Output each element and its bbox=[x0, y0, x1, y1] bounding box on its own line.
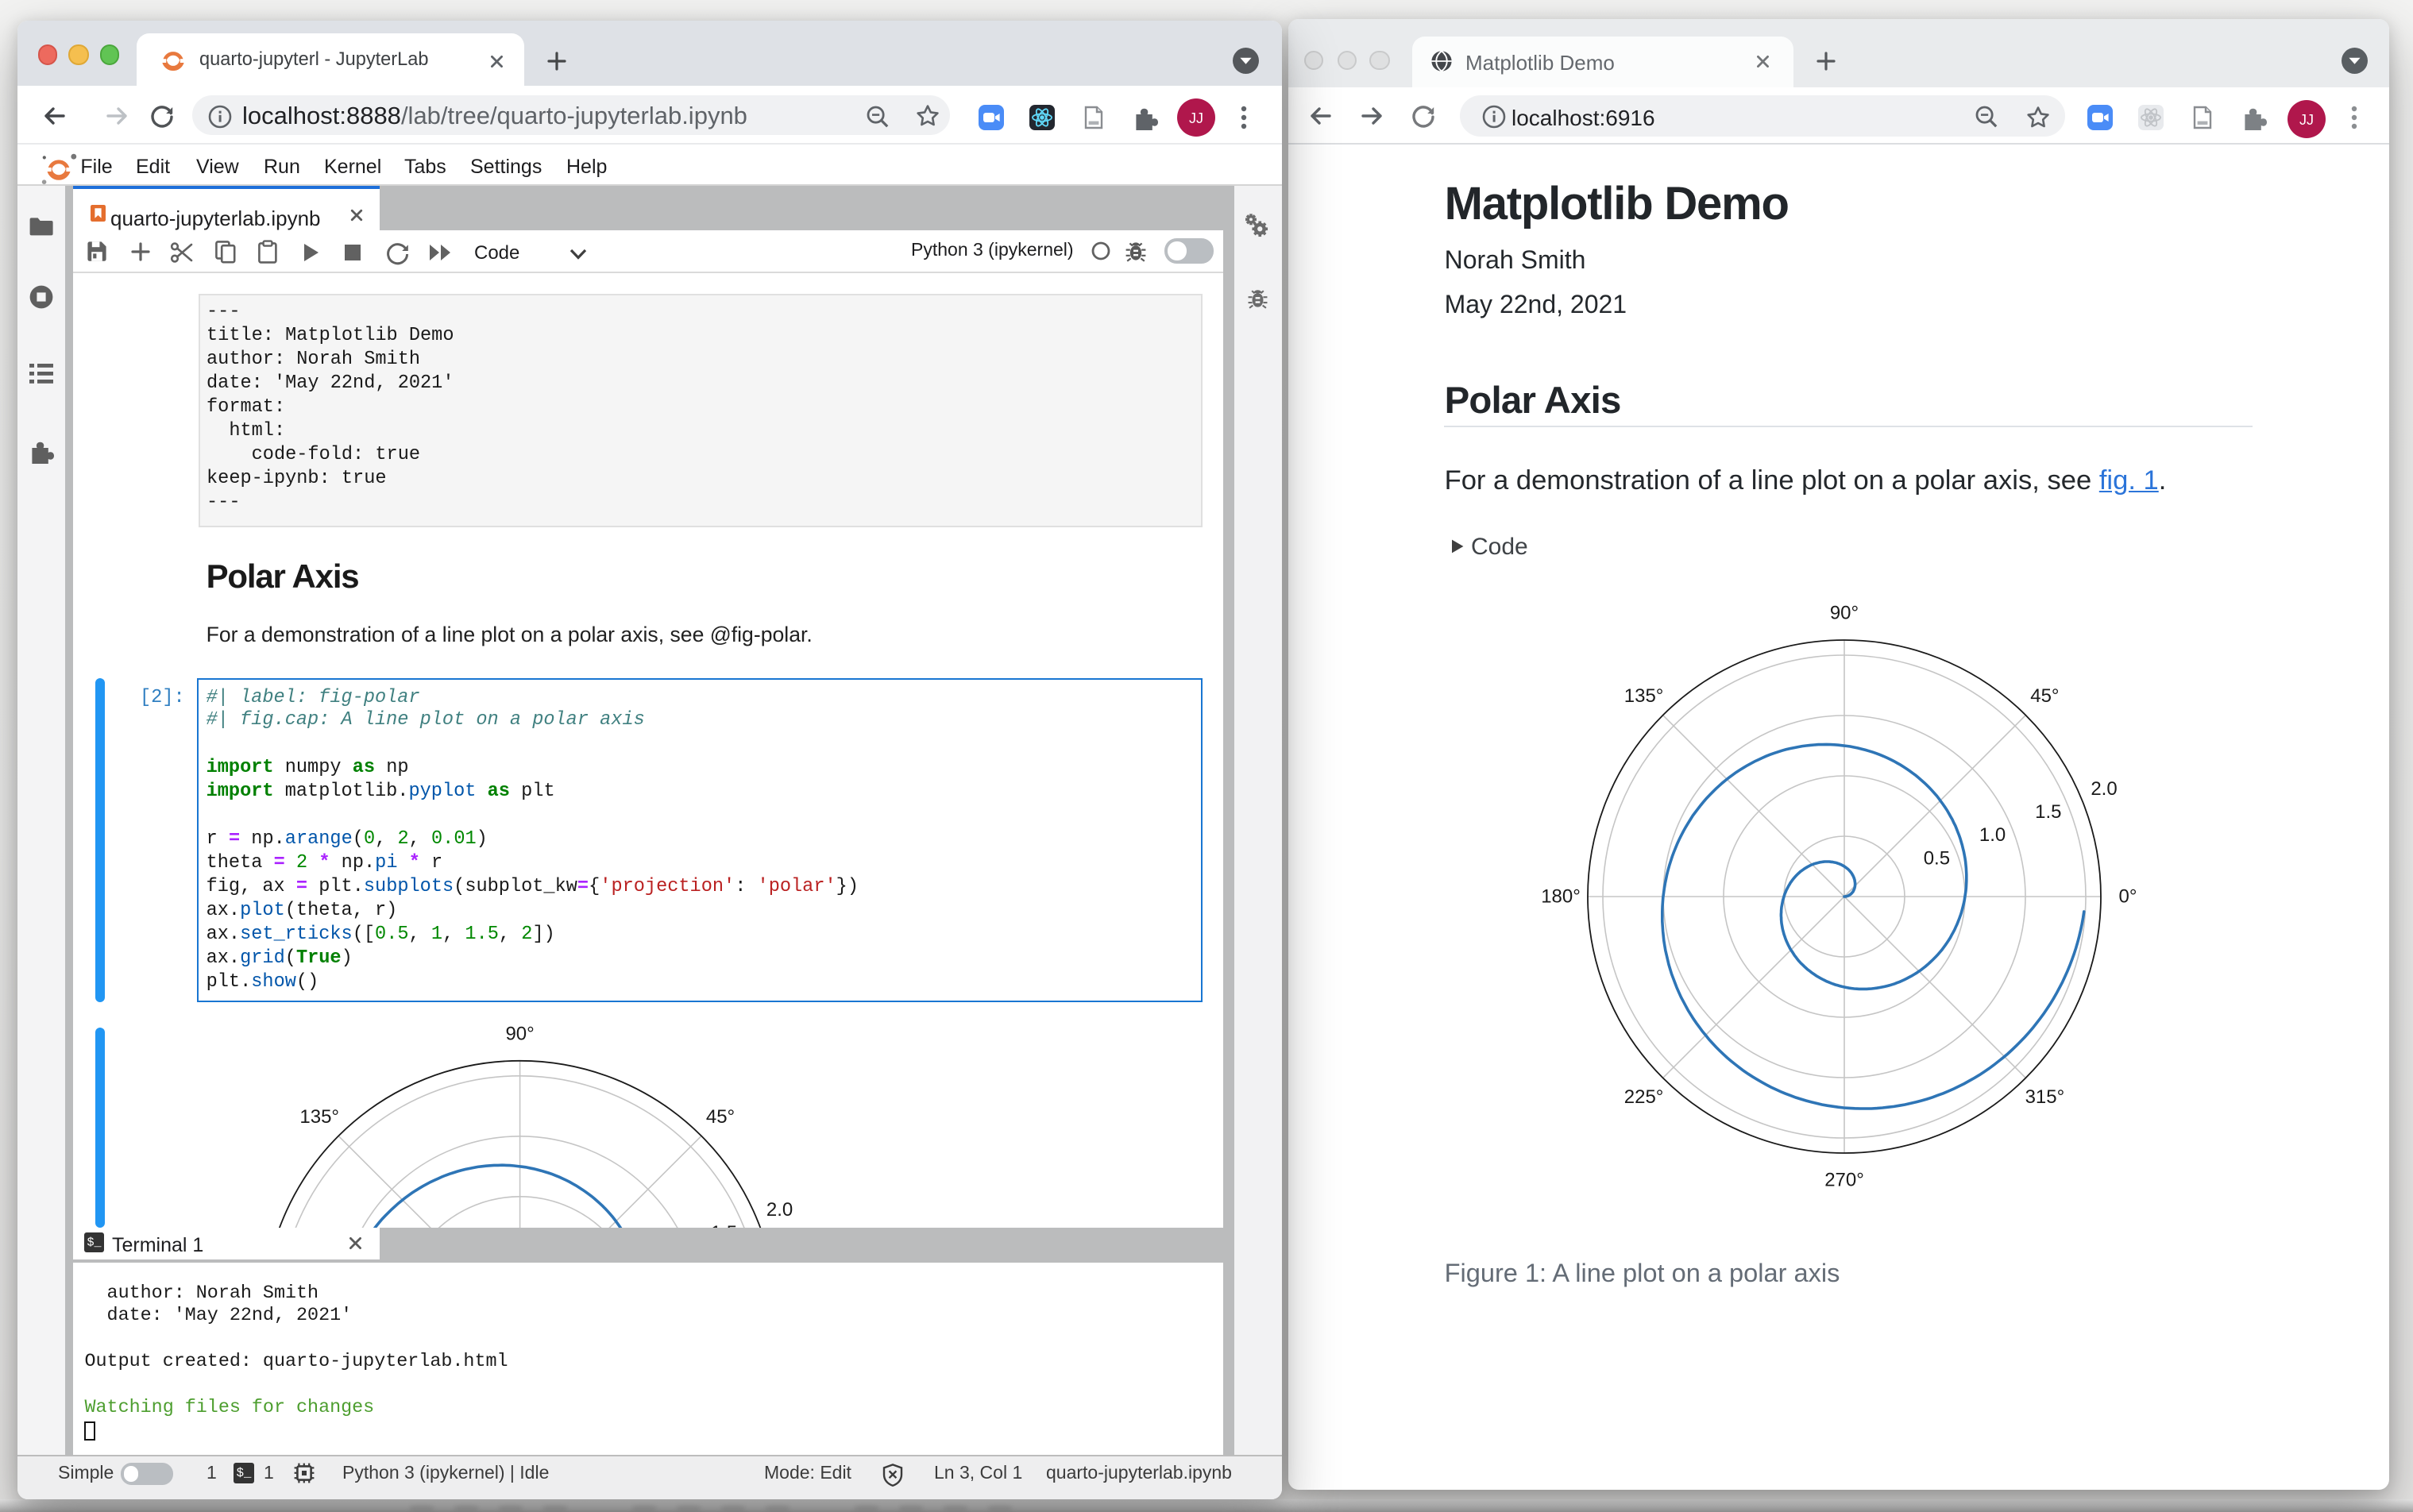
svg-text:180°: 180° bbox=[1540, 885, 1580, 907]
svg-text:2.0: 2.0 bbox=[766, 1199, 793, 1221]
svg-text:$_: $_ bbox=[236, 1466, 251, 1480]
svg-text:315°: 315° bbox=[2025, 1086, 2064, 1108]
svg-text:1.5: 1.5 bbox=[711, 1222, 737, 1227]
svg-text:$_: $_ bbox=[87, 1236, 102, 1249]
svg-text:1.0: 1.0 bbox=[1979, 824, 2005, 846]
svg-text:45°: 45° bbox=[706, 1106, 735, 1128]
svg-text:0.5: 0.5 bbox=[1923, 847, 1949, 869]
svg-text:135°: 135° bbox=[1623, 685, 1663, 707]
svg-text:1.5: 1.5 bbox=[2034, 801, 2060, 823]
svg-text:90°: 90° bbox=[505, 1023, 534, 1044]
svg-text:225°: 225° bbox=[1623, 1086, 1663, 1108]
svg-text:45°: 45° bbox=[2029, 685, 2058, 707]
svg-text:135°: 135° bbox=[299, 1106, 339, 1128]
svg-text:JJ: JJ bbox=[2299, 111, 2313, 127]
svg-text:2.0: 2.0 bbox=[2090, 778, 2116, 800]
svg-text:90°: 90° bbox=[1829, 603, 1858, 624]
svg-text:0°: 0° bbox=[2118, 885, 2137, 907]
svg-text:270°: 270° bbox=[1824, 1169, 1863, 1190]
svg-text:JJ: JJ bbox=[1189, 110, 1203, 126]
